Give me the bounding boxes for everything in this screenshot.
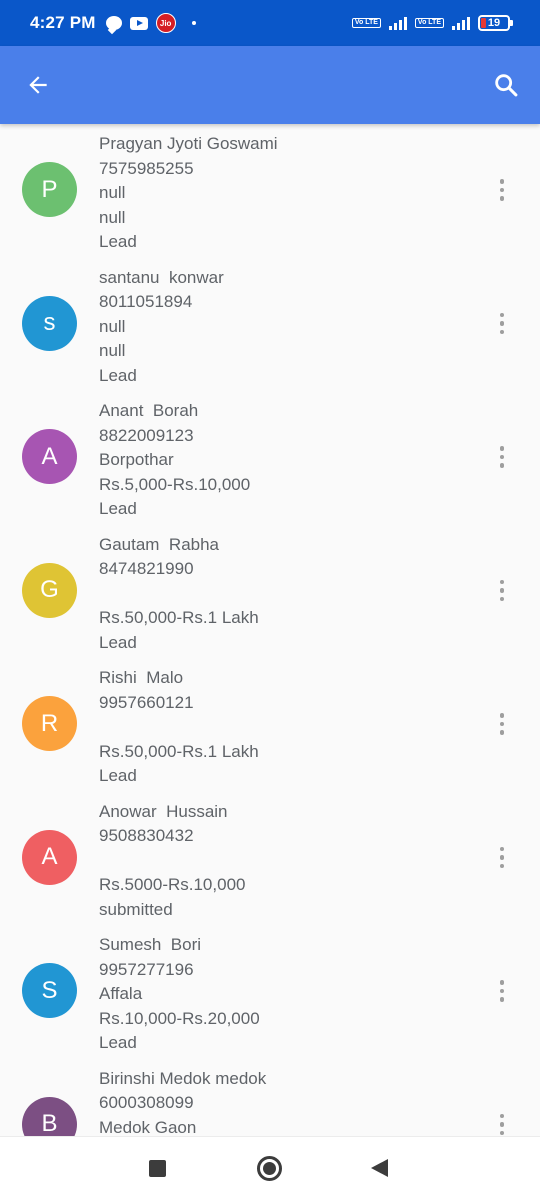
- contact-location: null: [99, 316, 126, 336]
- more-vert-icon[interactable]: [492, 309, 512, 339]
- contact-list-item[interactable]: P Pragyan Jyoti Goswami 7575985255 null null…: [0, 124, 540, 258]
- contact-list-item[interactable]: S Sumesh Bori 9957277196 Affala Rs.10,000-Rs…: [0, 925, 540, 1059]
- more-vert-icon[interactable]: [492, 709, 512, 739]
- youtube-icon: [129, 16, 148, 30]
- contact-details: Rishi Malo 9957660121 Rs.50,000-Rs.1 Lakh L…: [99, 666, 259, 789]
- contact-status: Lead: [99, 632, 137, 652]
- contact-list-item[interactable]: A Anant Borah 8822009123 Borpothar Rs.5,000-…: [0, 391, 540, 525]
- app-bar: [0, 46, 540, 124]
- contact-avatar: R: [22, 696, 77, 751]
- arrow-back-icon: [29, 76, 47, 94]
- signal-icon: [388, 16, 407, 30]
- contact-name: Pragyan Jyoti Goswami: [99, 134, 278, 153]
- contact-details: Gautam Rabha 8474821990 Rs.50,000-Rs.1 Lak…: [99, 533, 259, 656]
- signal-4g-icon: [452, 16, 470, 30]
- contact-income: Rs.50,000-Rs.1 Lakh: [99, 741, 259, 761]
- navigation-bar: [0, 1136, 540, 1200]
- contact-phone: 7575985255: [99, 158, 194, 178]
- contact-list-item[interactable]: B Birinshi Medok medok 6000308099 Medok Gao…: [0, 1059, 540, 1137]
- home-icon[interactable]: [257, 1156, 282, 1181]
- contact-avatar: s: [22, 295, 77, 351]
- contact-details: Anant Borah 8822009123 Borpothar Rs.5,000-R…: [99, 399, 250, 522]
- contact-location: Borpothar: [99, 450, 174, 470]
- more-vert-icon[interactable]: [492, 175, 512, 205]
- contact-status: Lead: [99, 365, 137, 385]
- more-vert-icon[interactable]: [492, 442, 512, 472]
- contact-list-item[interactable]: R Rishi Malo 9957660121 Rs.50,000-Rs.1 Lakh…: [0, 658, 540, 792]
- contact-avatar: A: [22, 829, 77, 885]
- contact-location: null: [99, 183, 126, 203]
- contact-avatar: G: [22, 562, 77, 618]
- contact-avatar: A: [22, 429, 77, 484]
- contact-income: Rs.5000-Rs.10,000: [99, 875, 246, 895]
- contact-status: Lead: [99, 766, 137, 786]
- contact-avatar: S: [22, 963, 77, 1018]
- contact-name: Sumesh Bori: [99, 935, 202, 954]
- contact-phone: 6000308099: [99, 1093, 194, 1113]
- contact-status: Lead: [99, 1033, 137, 1053]
- jio-icon: Jio: [155, 13, 176, 33]
- status-bar: 4:27 PM Jio Vo LTE Vo LTE 19: [0, 0, 540, 46]
- contact-avatar: P: [22, 162, 77, 217]
- contact-status: submitted: [99, 899, 173, 919]
- more-vert-icon[interactable]: [492, 976, 512, 1006]
- contact-list-item[interactable]: s santanu konwar 8011051894 null null Lead: [0, 258, 540, 392]
- back-button[interactable]: [18, 65, 58, 105]
- contact-income: Rs.50,000-Rs.1 Lakh: [99, 608, 259, 628]
- contact-phone: 8011051894: [99, 292, 193, 312]
- contact-income: null: [99, 341, 126, 361]
- contact-phone: 9957277196: [99, 959, 194, 979]
- contact-avatar: B: [22, 1096, 77, 1136]
- search-button[interactable]: [486, 65, 526, 105]
- contact-income: Rs.10,000-Rs.20,000: [99, 1008, 260, 1028]
- search-icon: [495, 74, 518, 97]
- contact-name: Gautam Rabha: [99, 534, 220, 554]
- contact-name: Anowar Hussain: [99, 801, 228, 821]
- status-right-icons: Vo LTE Vo LTE 19: [351, 15, 513, 31]
- recents-icon[interactable]: [149, 1160, 166, 1177]
- notification-icons: Jio: [105, 13, 196, 33]
- contact-location: [99, 582, 259, 607]
- contact-name: Rishi Malo: [99, 668, 184, 687]
- battery-icon: 19: [478, 15, 513, 31]
- contact-location: Affala: [99, 984, 143, 1004]
- contact-list-item[interactable]: G Gautam Rabha 8474821990 Rs.50,000-Rs.1 La…: [0, 525, 540, 659]
- contact-details: Pragyan Jyoti Goswami 7575985255 null null L…: [99, 132, 278, 255]
- contact-location: Medok Gaon: [99, 1117, 197, 1136]
- status-time: 4:27 PM: [30, 13, 96, 32]
- contact-details: santanu konwar 8011051894 null null Lead: [99, 266, 224, 389]
- contact-phone: 8474821990: [99, 559, 194, 579]
- more-vert-icon[interactable]: [492, 576, 512, 606]
- contact-income: null: [99, 207, 126, 227]
- contact-phone: 8822009123: [99, 425, 194, 445]
- contact-status: Lead: [99, 499, 137, 519]
- back-triangle-icon[interactable]: [371, 1159, 388, 1177]
- chat-bubble-icon: [105, 16, 122, 30]
- more-vert-icon[interactable]: [492, 843, 512, 873]
- contact-details: Birinshi Medok medok 6000308099 Medok Gaon: [99, 1067, 266, 1137]
- contact-status: Lead: [99, 232, 137, 252]
- contact-location: [99, 715, 259, 740]
- more-notifications-dot-icon: [191, 21, 196, 25]
- contact-phone: 9508830432: [99, 826, 194, 846]
- more-vert-icon[interactable]: [492, 1110, 512, 1137]
- contact-details: Sumesh Bori 9957277196 Affala Rs.10,000-Rs.…: [99, 933, 260, 1056]
- contact-details: Anowar Hussain 9508830432 Rs.5000-Rs.10,00…: [99, 800, 245, 923]
- contact-income: Rs.5,000-Rs.10,000: [99, 474, 251, 494]
- contact-name: Birinshi Medok medok: [99, 1068, 267, 1088]
- contact-phone: 9957660121: [99, 692, 194, 712]
- contact-location: [99, 849, 245, 874]
- volte-icon-2: Vo LTE: [414, 18, 444, 28]
- contact-name: Anant Borah: [99, 401, 199, 420]
- contact-list-item[interactable]: A Anowar Hussain 9508830432 Rs.5000-Rs.10,0…: [0, 792, 540, 926]
- contact-list[interactable]: P Pragyan Jyoti Goswami 7575985255 null null…: [0, 124, 540, 1136]
- volte-icon: Vo LTE: [351, 18, 381, 28]
- battery-level: 19: [487, 17, 501, 29]
- contact-name: santanu konwar: [99, 267, 224, 287]
